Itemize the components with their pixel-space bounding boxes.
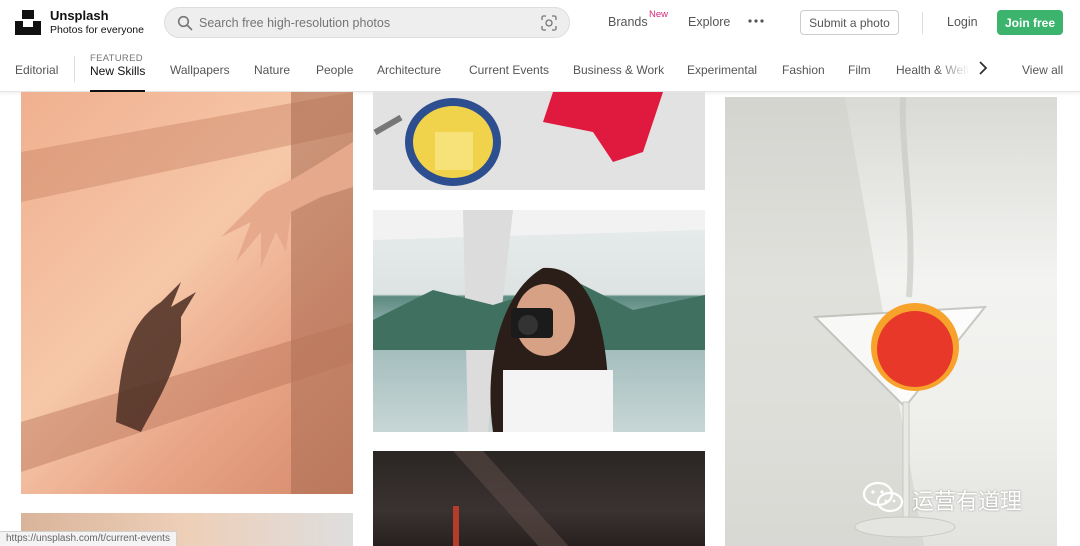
search-input[interactable] [199, 13, 529, 33]
brand-tagline: Photos for everyone [50, 23, 144, 36]
join-free-button[interactable]: Join free [997, 10, 1063, 35]
chevron-right-icon[interactable] [977, 60, 989, 76]
header-divider [922, 12, 923, 34]
photo-girl-camera[interactable] [373, 210, 705, 432]
category-film[interactable]: Film [848, 63, 871, 77]
status-bar-url: https://unsplash.com/t/current-events [0, 531, 177, 546]
search-icon[interactable] [177, 15, 193, 31]
photo-hand-shadow[interactable] [21, 92, 353, 494]
photo-cocktail-glass-art [725, 97, 988, 546]
unsplash-logo-icon[interactable] [15, 9, 41, 35]
category-nature[interactable]: Nature [254, 63, 290, 77]
category-divider [74, 56, 75, 82]
login-link[interactable]: Login [947, 15, 978, 29]
photo-cocktail-glass[interactable] [725, 97, 1057, 546]
search-bar[interactable] [164, 7, 570, 38]
category-people[interactable]: People [316, 63, 353, 77]
photo-hand-shadow-art [21, 92, 353, 494]
category-business-work[interactable]: Business & Work [573, 63, 664, 77]
photo-butter-table[interactable] [373, 92, 705, 190]
wechat-icon [862, 481, 904, 513]
brand-name: Unsplash [50, 8, 109, 23]
brands-link[interactable]: Brands [608, 15, 648, 29]
wechat-watermark: 运营有道理 [862, 480, 1052, 516]
more-options-icon[interactable] [747, 18, 765, 24]
photo-dark-scene-art [453, 451, 569, 546]
photo-dark-scene[interactable] [373, 451, 705, 546]
category-nav: Editorial FEATURED New Skills Wallpapers… [0, 46, 1080, 92]
watermark-text: 运营有道理 [912, 490, 1023, 515]
photo-girl-camera-art [373, 210, 705, 432]
category-editorial[interactable]: Editorial [15, 63, 58, 77]
category-new-skills[interactable]: New Skills [90, 64, 145, 78]
featured-label: FEATURED [90, 53, 143, 64]
view-all-link[interactable]: View all [1022, 63, 1063, 77]
visual-search-icon[interactable] [541, 15, 557, 31]
brand-lockup[interactable]: Unsplash Photos for everyone [50, 8, 144, 36]
top-header: Unsplash Photos for everyone Brands New … [0, 0, 1080, 46]
category-fashion[interactable]: Fashion [782, 63, 825, 77]
category-experimental[interactable]: Experimental [687, 63, 757, 77]
submit-photo-button[interactable]: Submit a photo [800, 10, 899, 35]
explore-link[interactable]: Explore [688, 15, 730, 29]
category-current-events[interactable]: Current Events [469, 63, 549, 77]
new-badge: New [649, 9, 669, 20]
category-architecture[interactable]: Architecture [377, 63, 441, 77]
photo-butter-table-art [373, 92, 663, 186]
category-wallpapers[interactable]: Wallpapers [170, 63, 230, 77]
